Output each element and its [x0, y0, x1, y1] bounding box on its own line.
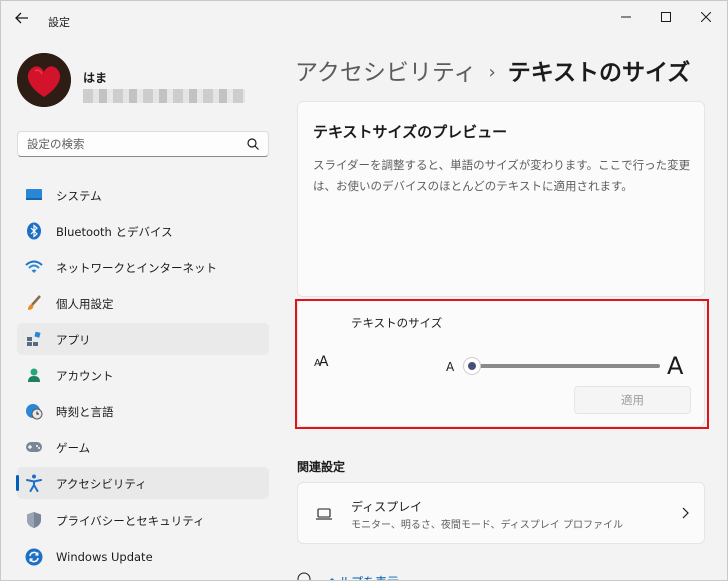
sidebar-item-network[interactable]: ネットワークとインターネット [17, 251, 269, 283]
sidebar-item-accounts[interactable]: アカウント [17, 359, 269, 391]
sidebar-item-apps[interactable]: アプリ [17, 323, 269, 355]
sidebar-item-accessibility[interactable]: アクセシビリティ [16, 467, 269, 499]
heart-photo-icon [17, 53, 71, 107]
close-icon [701, 12, 711, 22]
text-size-slider-track[interactable] [468, 364, 660, 368]
window-title: 設定 [48, 16, 70, 29]
breadcrumb-parent[interactable]: アクセシビリティ [295, 60, 476, 86]
back-button[interactable] [11, 9, 33, 27]
shield-icon [25, 511, 43, 529]
preview-body: スライダーを調整すると、単語のサイズが変わります。ここで行った変更は、お使いのデ… [313, 158, 691, 193]
breadcrumb-separator: › [488, 62, 496, 83]
help-link[interactable]: ヘルプを表示 [327, 573, 399, 580]
text-size-card: テキストのサイズ AA A A 適用 [297, 299, 705, 427]
scrollbar[interactable] [722, 61, 725, 571]
sidebar-item-label: ゲーム [56, 441, 91, 455]
apps-icon [25, 330, 43, 348]
accessibility-icon [25, 474, 43, 492]
title-bar: 設定 [1, 1, 727, 35]
sidebar-item-label: プライバシーとセキュリティ [56, 514, 205, 528]
bluetooth-icon [25, 222, 43, 240]
sidebar-item-personalization[interactable]: 個人用設定 [17, 287, 269, 319]
sidebar-item-gaming[interactable]: ゲーム [17, 431, 269, 463]
minimize-icon [621, 16, 631, 18]
display-description: モニター、明るさ、夜間モード、ディスプレイ プロファイル [351, 520, 623, 531]
sidebar-item-label: アプリ [56, 333, 91, 347]
profile-name: はま [83, 71, 108, 85]
sidebar-item-label: 時刻と言語 [56, 405, 114, 419]
slider-max-label: A [667, 352, 684, 380]
sidebar-item-label: アクセシビリティ [56, 477, 147, 491]
search-icon[interactable] [246, 137, 260, 151]
display-settings-link[interactable]: ディスプレイ モニター、明るさ、夜間モード、ディスプレイ プロファイル [297, 482, 705, 544]
text-size-icon: AA [314, 354, 328, 370]
avatar[interactable] [17, 53, 71, 107]
gamepad-icon [25, 438, 43, 456]
close-button[interactable] [689, 5, 723, 29]
maximize-icon [661, 12, 671, 22]
sidebar-item-label: Windows Update [56, 550, 153, 564]
selection-indicator [16, 475, 19, 491]
slider-min-label: A [446, 360, 455, 374]
breadcrumb: アクセシビリティ › テキストのサイズ [295, 53, 690, 87]
brush-icon [25, 294, 43, 312]
wifi-icon [25, 258, 43, 276]
globe-clock-icon [25, 402, 43, 420]
profile-email-redacted [83, 89, 245, 103]
settings-window: 設定 はま システム Bluetooth とデバ [0, 0, 728, 581]
sidebar-item-windows-update[interactable]: Windows Update [17, 541, 269, 573]
maximize-button[interactable] [649, 5, 683, 29]
update-icon [25, 548, 43, 566]
laptop-icon [316, 508, 332, 520]
sidebar-item-time-language[interactable]: 時刻と言語 [17, 395, 269, 427]
arrow-left-icon [15, 12, 28, 24]
sidebar-item-bluetooth[interactable]: Bluetooth とデバイス [17, 215, 269, 247]
help-icon [297, 572, 311, 580]
monitor-icon [25, 186, 43, 204]
sidebar-item-label: システム [56, 189, 102, 203]
sidebar-item-label: 個人用設定 [56, 297, 114, 311]
sidebar-item-privacy[interactable]: プライバシーとセキュリティ [17, 504, 269, 536]
related-settings-title: 関連設定 [297, 460, 346, 474]
sidebar-item-label: Bluetooth とデバイス [56, 225, 173, 239]
sidebar-item-label: アカウント [56, 369, 114, 383]
preview-card: テキストサイズのプレビュー スライダーを調整すると、単語のサイズが変わります。こ… [297, 101, 705, 297]
preview-title: テキストサイズのプレビュー [313, 123, 508, 141]
sidebar-item-label: ネットワークとインターネット [56, 261, 217, 275]
minimize-button[interactable] [609, 5, 643, 29]
search-input[interactable] [18, 132, 238, 156]
search-box[interactable] [17, 131, 269, 157]
chevron-right-icon [682, 507, 689, 519]
apply-button[interactable]: 適用 [574, 386, 691, 414]
sidebar-item-system[interactable]: システム [17, 179, 269, 211]
display-title: ディスプレイ [351, 500, 423, 514]
page-title: テキストのサイズ [507, 60, 691, 86]
person-icon [25, 366, 43, 384]
text-size-slider-thumb[interactable] [463, 357, 481, 375]
text-size-label: テキストのサイズ [351, 316, 443, 330]
